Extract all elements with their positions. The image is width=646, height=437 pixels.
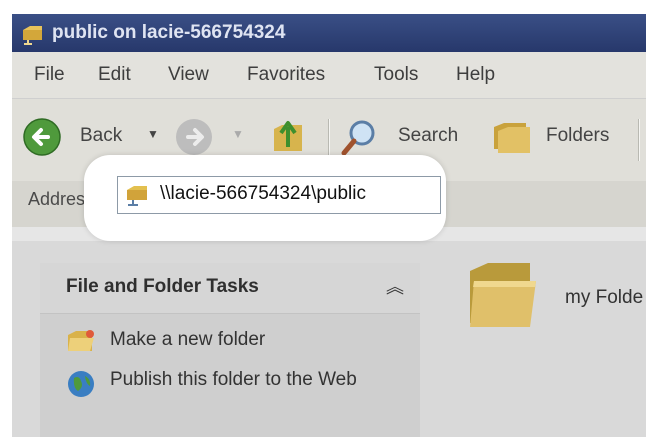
- window-title: public on lacie-566754324: [52, 22, 286, 43]
- globe-icon: [68, 371, 94, 397]
- address-value: \\lacie-566754324\public: [160, 183, 366, 204]
- file-folder-tasks-panel: File and Folder Tasks ︽ Make a new folde…: [40, 263, 420, 437]
- new-folder-icon: [68, 330, 94, 351]
- address-input[interactable]: \\lacie-566754324\public: [117, 176, 441, 214]
- tasks-panel-title: File and Folder Tasks: [66, 276, 259, 297]
- network-share-icon: [23, 26, 42, 45]
- back-label: Back: [80, 125, 123, 146]
- search-icon: [341, 120, 375, 156]
- folder-icon[interactable]: [464, 257, 542, 333]
- title-bar: public on lacie-566754324: [12, 14, 646, 52]
- folders-button[interactable]: Folders: [488, 115, 628, 159]
- forward-dropdown-icon[interactable]: ▼: [232, 127, 244, 141]
- search-label: Search: [398, 125, 459, 146]
- collapse-chevron-icon[interactable]: ︽: [386, 273, 404, 299]
- make-new-folder-link[interactable]: Make a new folder: [110, 327, 265, 353]
- search-button[interactable]: Search: [338, 115, 473, 159]
- menu-tools[interactable]: Tools: [374, 64, 418, 86]
- content-area: File and Folder Tasks ︽ Make a new folde…: [12, 241, 646, 437]
- folders-label: Folders: [546, 125, 610, 146]
- publish-folder-web-link[interactable]: Publish this folder to the Web: [110, 367, 370, 393]
- menu-view[interactable]: View: [168, 64, 209, 86]
- menu-help[interactable]: Help: [456, 64, 495, 86]
- menu-file[interactable]: File: [34, 64, 65, 86]
- menu-edit[interactable]: Edit: [98, 64, 131, 86]
- up-folder-icon[interactable]: [270, 113, 306, 157]
- back-dropdown-icon[interactable]: ▼: [147, 127, 159, 141]
- folder-name[interactable]: my Folde: [565, 287, 643, 309]
- forward-arrow-icon: [176, 119, 212, 155]
- tasks-panel-header[interactable]: File and Folder Tasks ︽: [40, 263, 420, 314]
- network-share-icon: [127, 186, 147, 206]
- back-button[interactable]: Back ▼: [20, 115, 160, 159]
- back-arrow-icon: [23, 118, 61, 156]
- menu-favorites[interactable]: Favorites: [247, 64, 325, 86]
- menu-bar: File Edit View Favorites Tools Help: [12, 52, 646, 99]
- toolbar-separator: [638, 119, 640, 161]
- folders-icon: [494, 123, 530, 153]
- forward-button[interactable]: ▼: [172, 115, 244, 159]
